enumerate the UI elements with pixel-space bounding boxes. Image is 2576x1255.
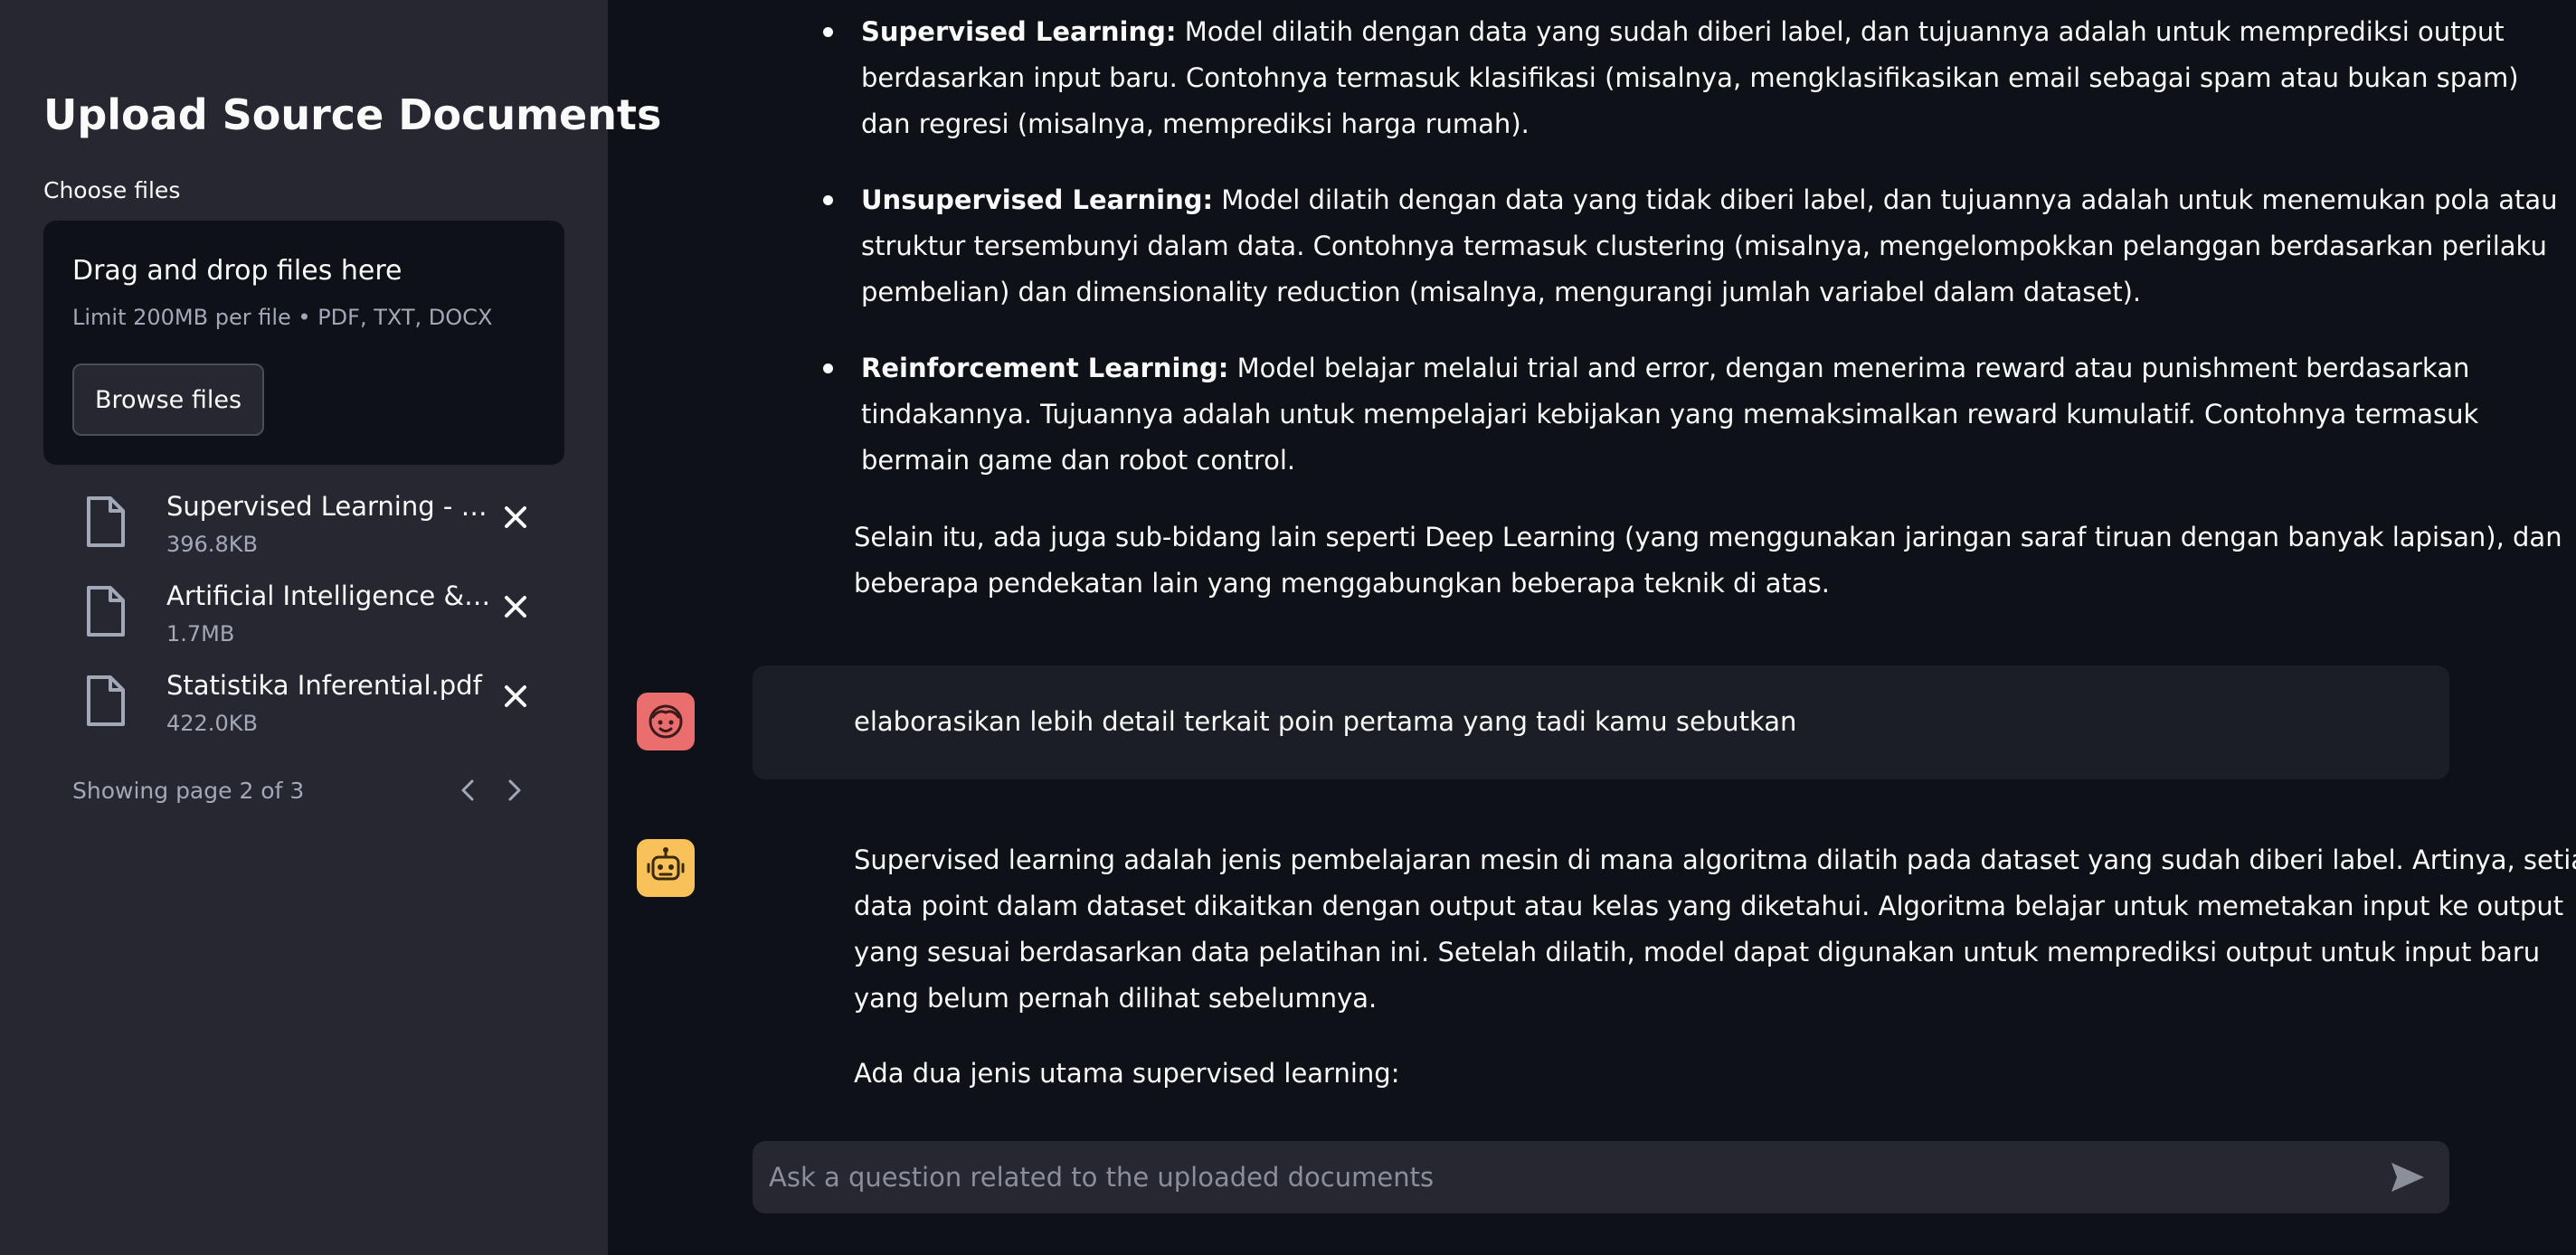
list-item-line: berdasarkan input baru. Contohnya termas… xyxy=(861,62,2519,93)
chat-area: Supervised Learning: Model dilatih denga… xyxy=(608,0,2576,1255)
list-item-term: Reinforcement Learning: xyxy=(861,353,1229,383)
uploaded-file-item: Artificial Intelligence & M... 1.7MB xyxy=(72,578,579,661)
list-item-text: Model dilatih dengan data yang sudah dib… xyxy=(1176,16,2505,47)
browse-files-button[interactable]: Browse files xyxy=(72,363,264,436)
file-name: Statistika Inferential.pdf xyxy=(166,670,482,701)
list-item-text: Model belajar melalui trial and error, d… xyxy=(1228,353,2470,383)
assistant-reply-line: Ada dua jenis utama supervised learning: xyxy=(854,1058,1400,1089)
file-icon xyxy=(87,496,125,547)
sidebar-title: Upload Source Documents xyxy=(43,90,662,139)
close-icon[interactable] xyxy=(497,499,534,535)
assistant-paragraph-line: beberapa pendekatan lain yang menggabung… xyxy=(854,568,1830,599)
file-dropzone[interactable]: Drag and drop files here Limit 200MB per… xyxy=(43,221,564,465)
file-icon xyxy=(87,675,125,726)
file-name: Artificial Intelligence & M... xyxy=(166,580,492,611)
send-icon[interactable] xyxy=(2390,1161,2426,1194)
bullet-marker xyxy=(823,27,833,37)
dropzone-title: Drag and drop files here xyxy=(72,255,402,287)
list-item-line: Unsupervised Learning: Model dilatih den… xyxy=(861,177,2558,223)
list-item-line: struktur tersembunyi dalam data. Contohn… xyxy=(861,231,2547,261)
sidebar: Upload Source Documents Choose files Dra… xyxy=(0,0,661,1255)
assistant-reply-line: data point dalam dataset dikaitkan denga… xyxy=(854,891,2564,921)
list-item-term: Supervised Learning: xyxy=(861,16,1177,47)
file-size: 396.8KB xyxy=(166,532,258,557)
assistant-reply-line: yang sesuai berdasarkan data pelatihan i… xyxy=(854,937,2541,967)
bullet-marker xyxy=(823,363,833,373)
dropzone-limit-text: Limit 200MB per file • PDF, TXT, DOCX xyxy=(72,305,493,330)
uploaded-file-item: Statistika Inferential.pdf 422.0KB xyxy=(72,667,579,750)
uploaded-file-item: Supervised Learning - Cl... 396.8KB xyxy=(72,488,579,571)
chat-input-placeholder: Ask a question related to the uploaded d… xyxy=(769,1162,1435,1193)
file-size: 422.0KB xyxy=(166,711,258,736)
close-icon[interactable] xyxy=(497,589,534,625)
list-item-line: Reinforcement Learning: Model belajar me… xyxy=(861,345,2469,392)
list-item-line: Supervised Learning: Model dilatih denga… xyxy=(861,9,2505,55)
file-name: Supervised Learning - Cl... xyxy=(166,491,492,522)
chevron-right-icon[interactable] xyxy=(497,774,530,807)
user-avatar xyxy=(637,693,695,750)
assistant-reply-line: Supervised learning adalah jenis pembela… xyxy=(854,845,2576,875)
list-item-line: tindakannya. Tujuannya adalah untuk memp… xyxy=(861,399,2479,429)
assistant-paragraph-line: Selain itu, ada juga sub-bidang lain sep… xyxy=(854,522,2562,552)
close-icon[interactable] xyxy=(497,678,534,714)
face-icon xyxy=(649,704,683,739)
uploader-label: Choose files xyxy=(43,177,181,203)
user-message-text: elaborasikan lebih detail terkait poin p… xyxy=(854,706,1797,737)
robot-icon xyxy=(647,847,685,881)
bullet-marker xyxy=(823,195,833,205)
file-icon xyxy=(87,586,125,637)
list-item-line: dan regresi (misalnya, memprediksi harga… xyxy=(861,109,1530,139)
list-item-line: bermain game dan robot control. xyxy=(861,445,1296,476)
chevron-left-icon[interactable] xyxy=(452,774,485,807)
file-size: 1.7MB xyxy=(166,621,235,646)
list-item-line: pembelian) dan dimensionality reduction … xyxy=(861,277,2142,307)
pagination-status: Showing page 2 of 3 xyxy=(72,778,305,804)
assistant-avatar xyxy=(637,839,695,897)
assistant-reply-line: yang belum pernah dilihat sebelumnya. xyxy=(854,983,1378,1014)
list-item-text: Model dilatih dengan data yang tidak dib… xyxy=(1213,184,2558,215)
list-item-term: Unsupervised Learning: xyxy=(861,184,1214,215)
